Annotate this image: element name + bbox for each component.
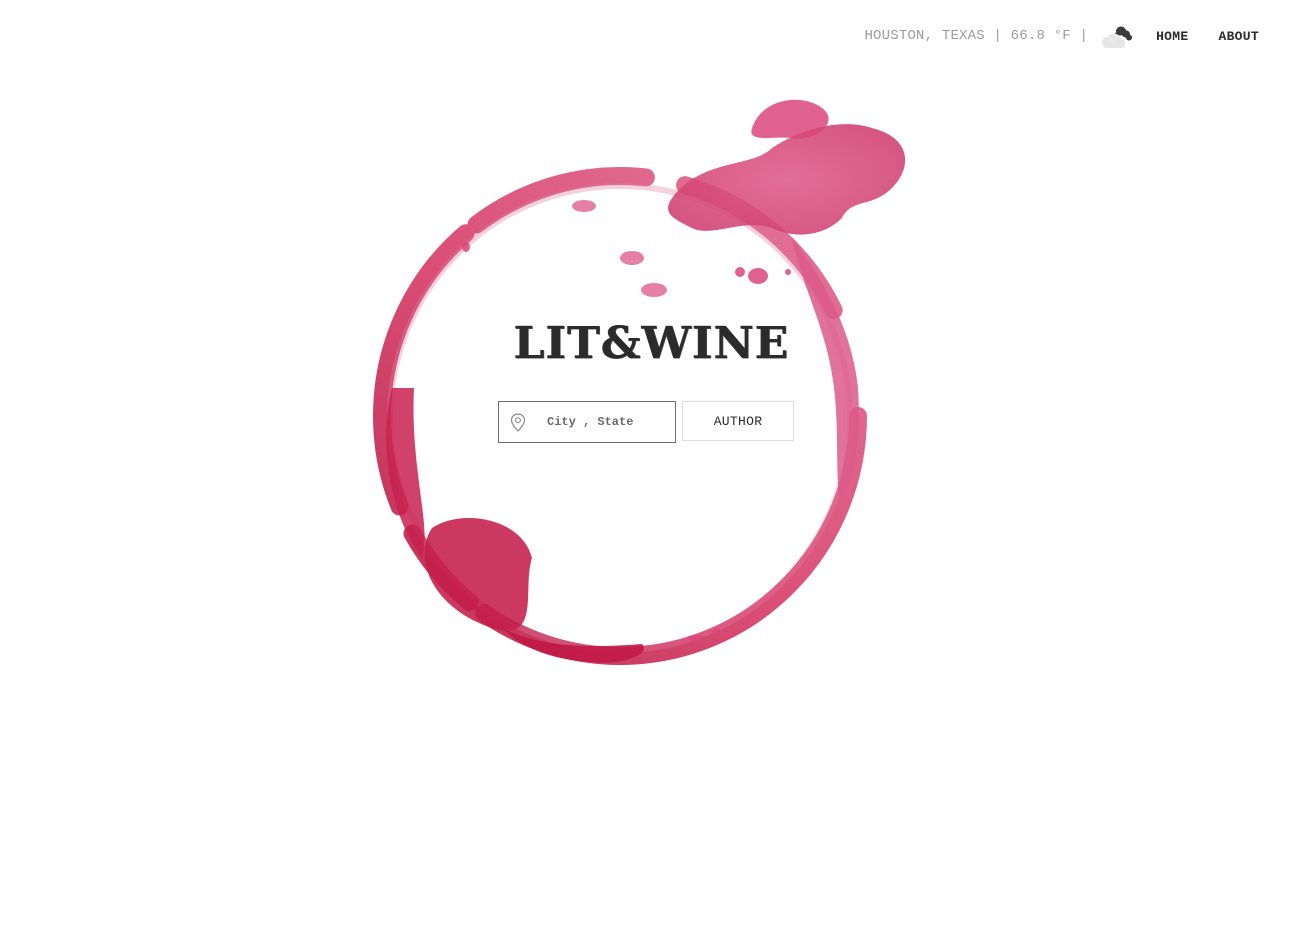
search-form: AUTHOR [498,401,794,443]
map-pin-icon [510,413,526,432]
location-field[interactable] [498,401,676,443]
location-input[interactable] [547,410,667,434]
nav-about-link[interactable]: ABOUT [1218,29,1259,44]
wine-stain-ring [373,99,906,665]
landing-page: HOUSTON, TEXAS | 66.8 °F | HOME ABOUT LI… [0,0,1303,929]
nav-home-link[interactable]: HOME [1156,29,1188,44]
site-logo[interactable]: LIT&WINE [0,318,1303,369]
weather-readout: HOUSTON, TEXAS | 66.8 °F | [864,28,1089,44]
author-button[interactable]: AUTHOR [682,401,794,441]
partly-cloudy-night-icon [1102,26,1133,48]
top-navigation: HOUSTON, TEXAS | 66.8 °F | HOME ABOUT [864,22,1259,50]
